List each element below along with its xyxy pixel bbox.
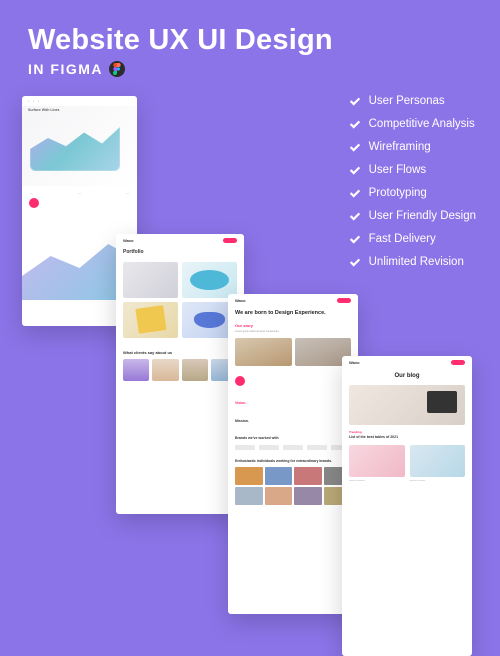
post-image [349,445,405,477]
blog-post: ——— ——— [349,445,405,482]
feature-label: User Flows [369,164,427,176]
mockup-showcase: ••• Surface With Lines ——— Wavo Portfoli… [22,96,362,506]
promo-title: Website UX UI Design [28,24,472,57]
team-section: Enthusiastic individuals working for ext… [228,453,358,509]
post-excerpt: ——— ——— [349,479,405,482]
feature-item: Fast Delivery [348,232,476,246]
mockup-logo: Wavo [349,360,360,365]
vision-mission: Vision. Mission. [228,388,358,430]
accent-dot-icon [235,376,245,386]
mockup-nav: Wavo [116,234,244,246]
story-label: Our story [228,318,358,330]
mockup-nav: Wavo [228,294,358,306]
feature-label: User Friendly Design [369,210,476,222]
feature-item: Competitive Analysis [348,117,476,131]
brand-logos [228,442,358,453]
brand-logo [307,445,327,450]
feature-item: User Flows [348,163,476,177]
promo-subtitle: IN FIGMA [28,61,103,77]
mockup-meta: ——— [22,186,137,200]
mockup-card-portfolio: Wavo Portfolio What clients say about us [116,234,244,514]
mockup-logo: Wavo [235,298,246,303]
feature-label: Unlimited Revision [369,256,464,268]
testimonial-section: What clients say about us [116,342,244,385]
portfolio-thumb [123,302,178,338]
feature-item: User Personas [348,94,476,108]
team-thumb [265,487,293,505]
team-thumb [294,467,322,485]
accent-dot-icon [29,198,39,208]
photo-strip [123,359,237,381]
cta-pill [337,298,351,303]
blog-category: Trending [342,425,472,435]
brand-logo [259,445,279,450]
mockup-card-about: Wavo We are born to Design Experience. O… [228,294,358,614]
cta-pill [451,360,465,365]
brand-logo [283,445,303,450]
post-image [410,445,466,477]
feature-label: Prototyping [369,187,427,199]
feature-item: Wireframing [348,140,476,154]
figma-icon [109,61,125,77]
about-heading: We are born to Design Experience. [228,306,358,318]
portfolio-thumb [182,262,237,298]
feature-list: User Personas Competitive Analysis Wiref… [348,94,476,269]
blog-hero-image [349,385,465,425]
about-photos [228,333,358,371]
team-heading: Enthusiastic individuals working for ext… [235,459,351,463]
mission-label: Mission. [235,419,249,423]
client-photo [152,359,178,381]
client-photo [182,359,208,381]
testimonial-title: What clients say about us [123,350,237,355]
portfolio-title: Portfolio [116,246,244,258]
feature-item: Unlimited Revision [348,255,476,269]
feature-label: Fast Delivery [369,233,436,245]
blog-post: ——— ——— [410,445,466,482]
subtitle-row: IN FIGMA [28,61,472,77]
hero-label: Surface With Lines [28,108,59,112]
blog-title: Our blog [342,368,472,385]
feature-label: Wireframing [369,141,431,153]
team-thumb [294,487,322,505]
feature-label: Competitive Analysis [369,118,475,130]
blog-posts-grid: ——— ——— ——— ——— [342,439,472,488]
mockup-nav: Wavo [342,356,472,368]
team-thumb [265,467,293,485]
feature-item: User Friendly Design [348,209,476,223]
team-thumb [235,487,263,505]
mockup-nav: ••• [22,96,137,106]
portfolio-grid [116,258,244,342]
cta-pill [223,238,237,243]
team-grid [235,467,351,505]
team-thumb [235,467,263,485]
team-photo [235,338,292,366]
brands-label: Brands we've worked with [228,430,358,442]
brand-logo [235,445,255,450]
portfolio-thumb [123,262,178,298]
vision-label: Vision. [235,401,246,405]
mockup-hero-section: Surface With Lines [22,106,137,186]
promo-header: Website UX UI Design IN FIGMA [0,0,500,87]
wave-graphic [30,116,120,171]
feature-label: User Personas [369,95,445,107]
client-photo [123,359,149,381]
feature-item: Prototyping [348,186,476,200]
post-excerpt: ——— ——— [410,479,466,482]
mockup-logo: Wavo [123,238,134,243]
mockup-card-blog: Wavo Our blog Trending List of the best … [342,356,472,656]
